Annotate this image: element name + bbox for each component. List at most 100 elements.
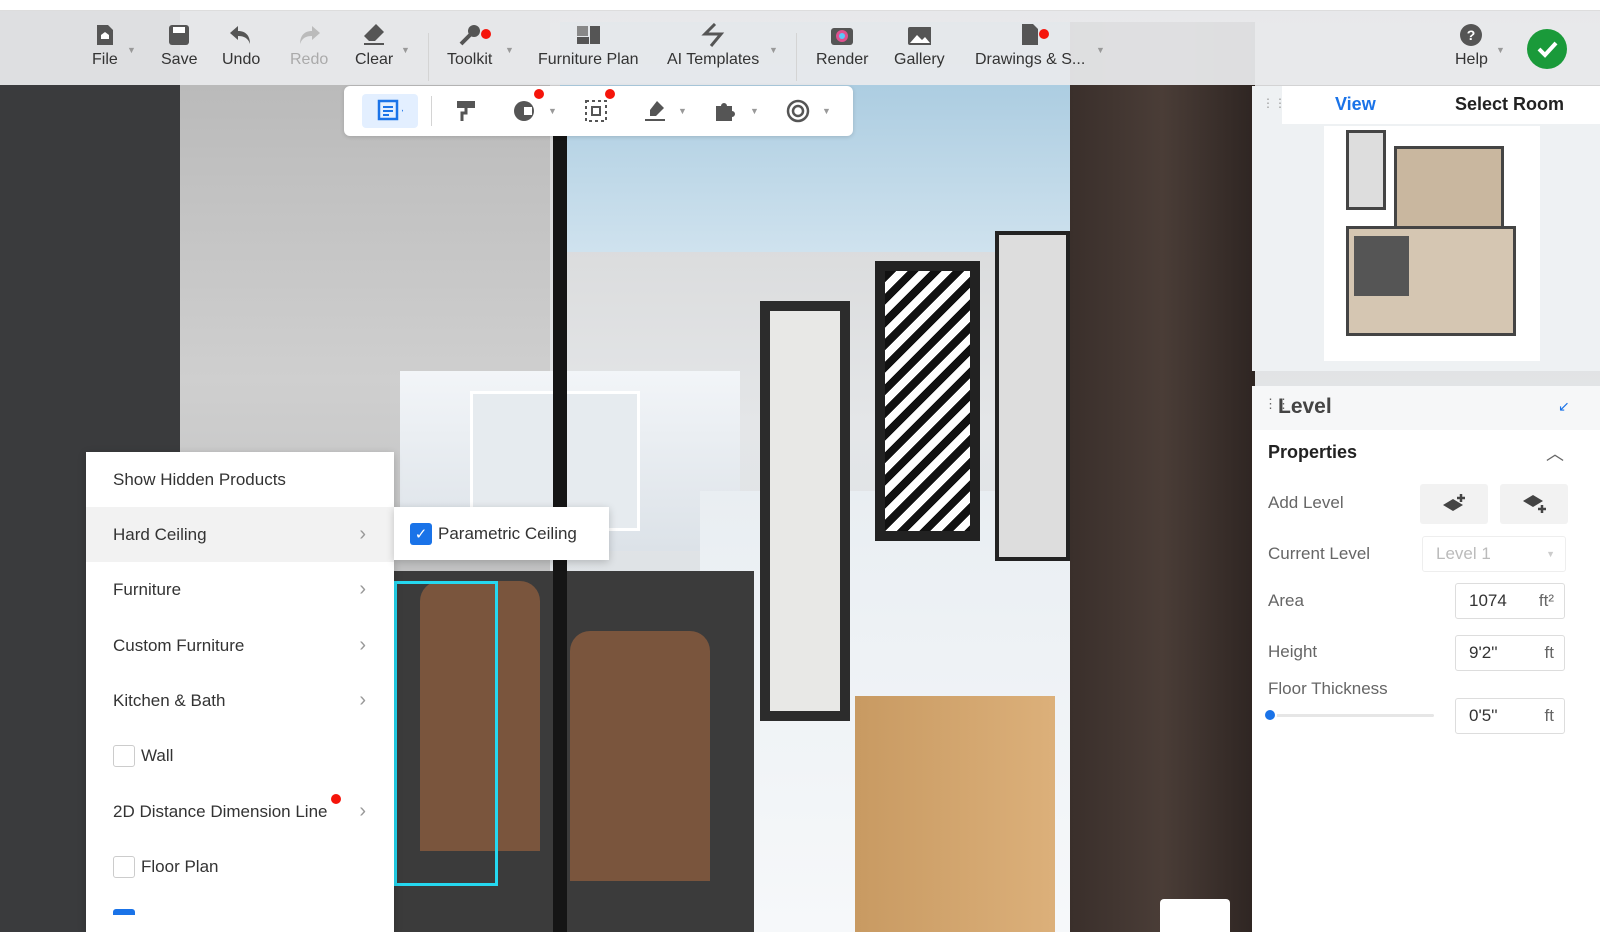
floor-plan-minimap[interactable] — [1324, 126, 1540, 361]
undo-icon — [229, 23, 253, 47]
floor-plan-checkbox[interactable] — [113, 855, 135, 878]
right-panel: ⋮⋮ View Select Room ⋮⋮ Level ↙ Propertie… — [1252, 86, 1600, 932]
view-toolbar: ▼ ▼ ▼ ▼ ▼ — [344, 86, 853, 136]
notification-dot — [605, 89, 615, 99]
spiral-icon — [786, 99, 810, 123]
collapse-panel-icon[interactable]: ↙ — [1558, 398, 1570, 415]
tab-view[interactable]: View — [1335, 94, 1376, 115]
floor-thickness-slider[interactable] — [1268, 714, 1434, 717]
menu-item-show-hidden-products[interactable]: Show Hidden Products — [86, 452, 394, 507]
toolkit-caret-icon[interactable]: ▼ — [505, 45, 514, 55]
tab-select-room[interactable]: Select Room — [1455, 94, 1564, 115]
file-button[interactable]: File — [92, 23, 118, 69]
file-caret-icon[interactable]: ▼ — [127, 45, 136, 55]
confirm-button[interactable] — [1527, 29, 1567, 69]
notification-dot — [1039, 29, 1049, 39]
current-level-select[interactable]: Level 1 ▼ — [1422, 536, 1566, 572]
checkbox-partial[interactable] — [113, 909, 135, 915]
gallery-button[interactable]: Gallery — [894, 23, 945, 69]
image-icon — [907, 23, 932, 47]
paint-roller-icon — [457, 101, 475, 121]
wall-checkbox[interactable] — [113, 744, 135, 767]
properties-heading: Properties — [1268, 442, 1358, 462]
floor-thickness-field[interactable]: 0'5'' ft — [1455, 698, 1565, 734]
brush-button[interactable] — [638, 94, 672, 128]
undo-button[interactable]: Undo — [222, 23, 260, 69]
material-icon — [514, 101, 534, 121]
help-icon: ? — [1459, 23, 1483, 47]
submenu-parametric-ceiling[interactable]: ✓ Parametric Ceiling — [394, 507, 609, 560]
wrench-icon — [458, 23, 482, 47]
add-level-label: Add Level — [1268, 493, 1344, 512]
frame-select-icon — [585, 100, 607, 122]
help-caret-icon[interactable]: ▼ — [1496, 45, 1505, 55]
check-icon — [1537, 41, 1558, 58]
frame-select-button[interactable] — [579, 94, 613, 128]
ai-templates-icon — [701, 23, 725, 47]
menu-item-furniture[interactable]: Furniture › — [86, 562, 394, 617]
chevron-up-icon[interactable]: ︿ — [1546, 440, 1564, 466]
chevron-right-icon: › — [359, 689, 366, 711]
menu-item-hard-ceiling[interactable]: Hard Ceiling › — [86, 507, 394, 562]
chevron-right-icon: › — [359, 800, 366, 822]
main-toolbar: File ▼ Save Undo Redo Clear ▼ Toolkit ▼ … — [0, 11, 1600, 85]
svg-text:▼: ▼ — [400, 107, 403, 117]
clear-button[interactable]: Clear — [355, 23, 393, 69]
chevron-right-icon: › — [359, 578, 366, 600]
height-label: Height — [1268, 642, 1318, 661]
file-icon — [93, 23, 117, 47]
menu-item-custom-furniture[interactable]: Custom Furniture › — [86, 618, 394, 673]
area-label: Area — [1268, 591, 1304, 610]
material-button[interactable] — [507, 94, 541, 128]
drawings-caret-icon[interactable]: ▼ — [1096, 45, 1105, 55]
add-level-above-button[interactable] — [1420, 484, 1488, 524]
menu-item-kitchen-bath[interactable]: Kitchen & Bath › — [86, 673, 394, 728]
clear-caret-icon[interactable]: ▼ — [401, 45, 410, 55]
add-level-below-button[interactable] — [1500, 484, 1568, 524]
minimap-card: ⋮⋮ View Select Room — [1252, 86, 1600, 371]
paint-roller-button[interactable] — [449, 94, 483, 128]
furniture-plan-button[interactable]: Furniture Plan — [538, 23, 639, 69]
ai-templates-button[interactable]: AI Templates — [667, 23, 759, 69]
slider-handle[interactable] — [1265, 710, 1275, 720]
save-icon — [167, 23, 191, 47]
menu-item-wall[interactable]: Wall — [86, 728, 394, 783]
camera-icon — [830, 23, 854, 47]
divider — [796, 33, 797, 81]
display-menu: Show Hidden Products Hard Ceiling › Furni… — [86, 452, 394, 932]
render-button[interactable]: Render — [816, 23, 868, 69]
divider — [428, 33, 429, 81]
menu-item-floor-plan[interactable]: Floor Plan — [86, 839, 394, 894]
notification-dot — [534, 89, 544, 99]
level-properties-panel: ⋮⋮ Level ↙ Properties ︿ Add Level Curren… — [1252, 386, 1600, 932]
menu-item-2d-distance-dimension-line[interactable]: 2D Distance Dimension Line › — [86, 784, 394, 839]
height-field[interactable]: 9'2'' ft — [1455, 635, 1565, 671]
layer-add-icon — [1443, 494, 1465, 511]
panel-title: Level — [1278, 395, 1332, 418]
spiral-button[interactable] — [781, 94, 815, 128]
brush-icon — [645, 101, 665, 121]
layer-add-below-icon — [1523, 495, 1546, 513]
puzzle-icon — [716, 103, 735, 121]
save-button[interactable]: Save — [161, 23, 197, 69]
redo-icon — [297, 23, 321, 47]
select-list-icon: ▼ — [377, 99, 403, 121]
drawings-button[interactable]: Drawings & S... — [975, 23, 1085, 69]
svg-text:?: ? — [1467, 27, 1476, 43]
parametric-ceiling-checkbox[interactable]: ✓ — [410, 522, 432, 545]
help-button[interactable]: ? Help — [1455, 23, 1488, 69]
floor-thickness-label: Floor Thickness — [1268, 679, 1388, 698]
redo-button[interactable]: Redo — [290, 23, 328, 69]
chevron-right-icon: › — [359, 634, 366, 656]
area-field[interactable]: 1074 ft² — [1455, 583, 1565, 619]
plugin-button[interactable] — [708, 94, 742, 128]
eraser-icon — [362, 23, 386, 47]
ai-templates-caret-icon[interactable]: ▼ — [769, 45, 778, 55]
current-level-label: Current Level — [1268, 544, 1371, 563]
notification-dot — [481, 29, 491, 39]
top-strip — [0, 0, 1600, 11]
furniture-plan-icon — [576, 23, 601, 47]
notification-dot — [331, 794, 341, 804]
select-mode-button[interactable]: ▼ — [362, 94, 418, 128]
chevron-down-icon: ▼ — [1546, 549, 1555, 559]
